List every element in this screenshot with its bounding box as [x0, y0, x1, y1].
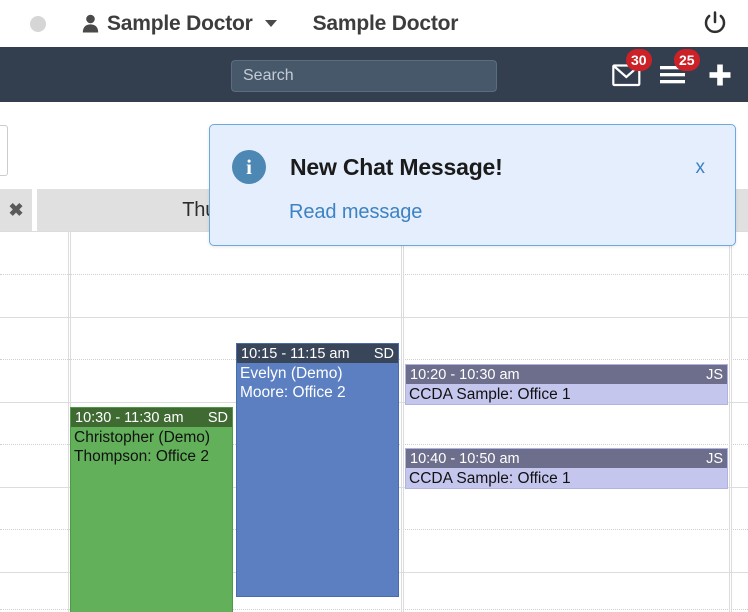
appointment-initials: JS [706, 450, 723, 467]
sidebar-input-stub[interactable] [0, 125, 8, 176]
grid-column-divider [68, 231, 69, 612]
user-name-label: Sample Doctor [107, 11, 253, 35]
add-button[interactable] [706, 61, 734, 89]
notification-heading-row: i New Chat Message! [232, 150, 503, 184]
notification-title: New Chat Message! [290, 153, 503, 180]
chevron-down-icon[interactable] [264, 20, 277, 27]
app-root: Sample Doctor Sample Doctor 30 25 [0, 0, 748, 612]
navbar-icon-group: 30 25 [598, 47, 734, 102]
appointment-block[interactable]: 10:20 - 10:30 am JS CCDA Sample: Office … [405, 364, 728, 405]
appointment-header: 10:20 - 10:30 am JS [406, 365, 727, 384]
status-dot-icon [30, 15, 46, 32]
appointment-details: CCDA Sample: Office 1 [409, 386, 571, 403]
grid-column-divider [729, 231, 730, 612]
appointment-time: 10:40 - 10:50 am [410, 450, 520, 467]
appointment-details: Evelyn (Demo) Moore: Office 2 [240, 365, 346, 401]
appointment-details: Christopher (Demo) Thompson: Office 2 [74, 429, 211, 465]
power-icon[interactable] [702, 10, 728, 36]
grid-line [0, 274, 748, 275]
appointment-block[interactable]: 10:30 - 11:30 am SD Christopher (Demo) T… [70, 407, 233, 612]
calendar-grid[interactable]: 10:30 - 11:30 am SD Christopher (Demo) T… [0, 231, 748, 612]
info-icon: i [232, 150, 266, 184]
search-input[interactable] [231, 60, 497, 92]
appointment-initials: SD [373, 345, 394, 362]
appointment-header: 10:30 - 11:30 am SD [71, 408, 232, 427]
grid-column-divider [403, 231, 404, 612]
appointment-initials: SD [207, 409, 228, 426]
close-icon[interactable]: ✖ [8, 201, 23, 219]
messages-badge: 30 [626, 49, 652, 71]
grid-line [0, 317, 748, 318]
chat-notification-dialog[interactable]: i New Chat Message! x Read message [209, 124, 736, 246]
read-message-link[interactable]: Read message [289, 201, 422, 224]
tasks-badge: 25 [674, 49, 700, 71]
appointment-header: 10:40 - 10:50 am JS [406, 449, 727, 468]
appointment-details: CCDA Sample: Office 1 [409, 470, 571, 487]
patient-name-label: Sample Doctor [312, 11, 459, 35]
messages-button[interactable]: 30 [612, 49, 652, 88]
plus-icon [709, 64, 731, 85]
tasks-button[interactable]: 25 [660, 49, 700, 88]
appointment-time: 10:20 - 10:30 am [410, 366, 520, 383]
appointment-time: 10:15 - 11:15 am [241, 345, 350, 362]
grid-column-divider [401, 231, 402, 612]
appointment-initials: JS [706, 366, 723, 383]
appointment-block[interactable]: 10:40 - 10:50 am JS CCDA Sample: Office … [405, 448, 728, 489]
user-bar: Sample Doctor Sample Doctor [0, 0, 748, 48]
grid-column-divider [731, 231, 732, 612]
notification-close-button[interactable]: x [696, 157, 706, 179]
calendar-close-cell[interactable]: ✖ [0, 189, 32, 231]
user-menu[interactable]: Sample Doctor [82, 12, 277, 36]
person-icon [82, 14, 99, 33]
appointment-block[interactable]: 10:15 - 11:15 am SD Evelyn (Demo) Moore:… [236, 343, 399, 597]
appointment-time: 10:30 - 11:30 am [75, 409, 184, 426]
appointment-header: 10:15 - 11:15 am SD [237, 344, 398, 363]
